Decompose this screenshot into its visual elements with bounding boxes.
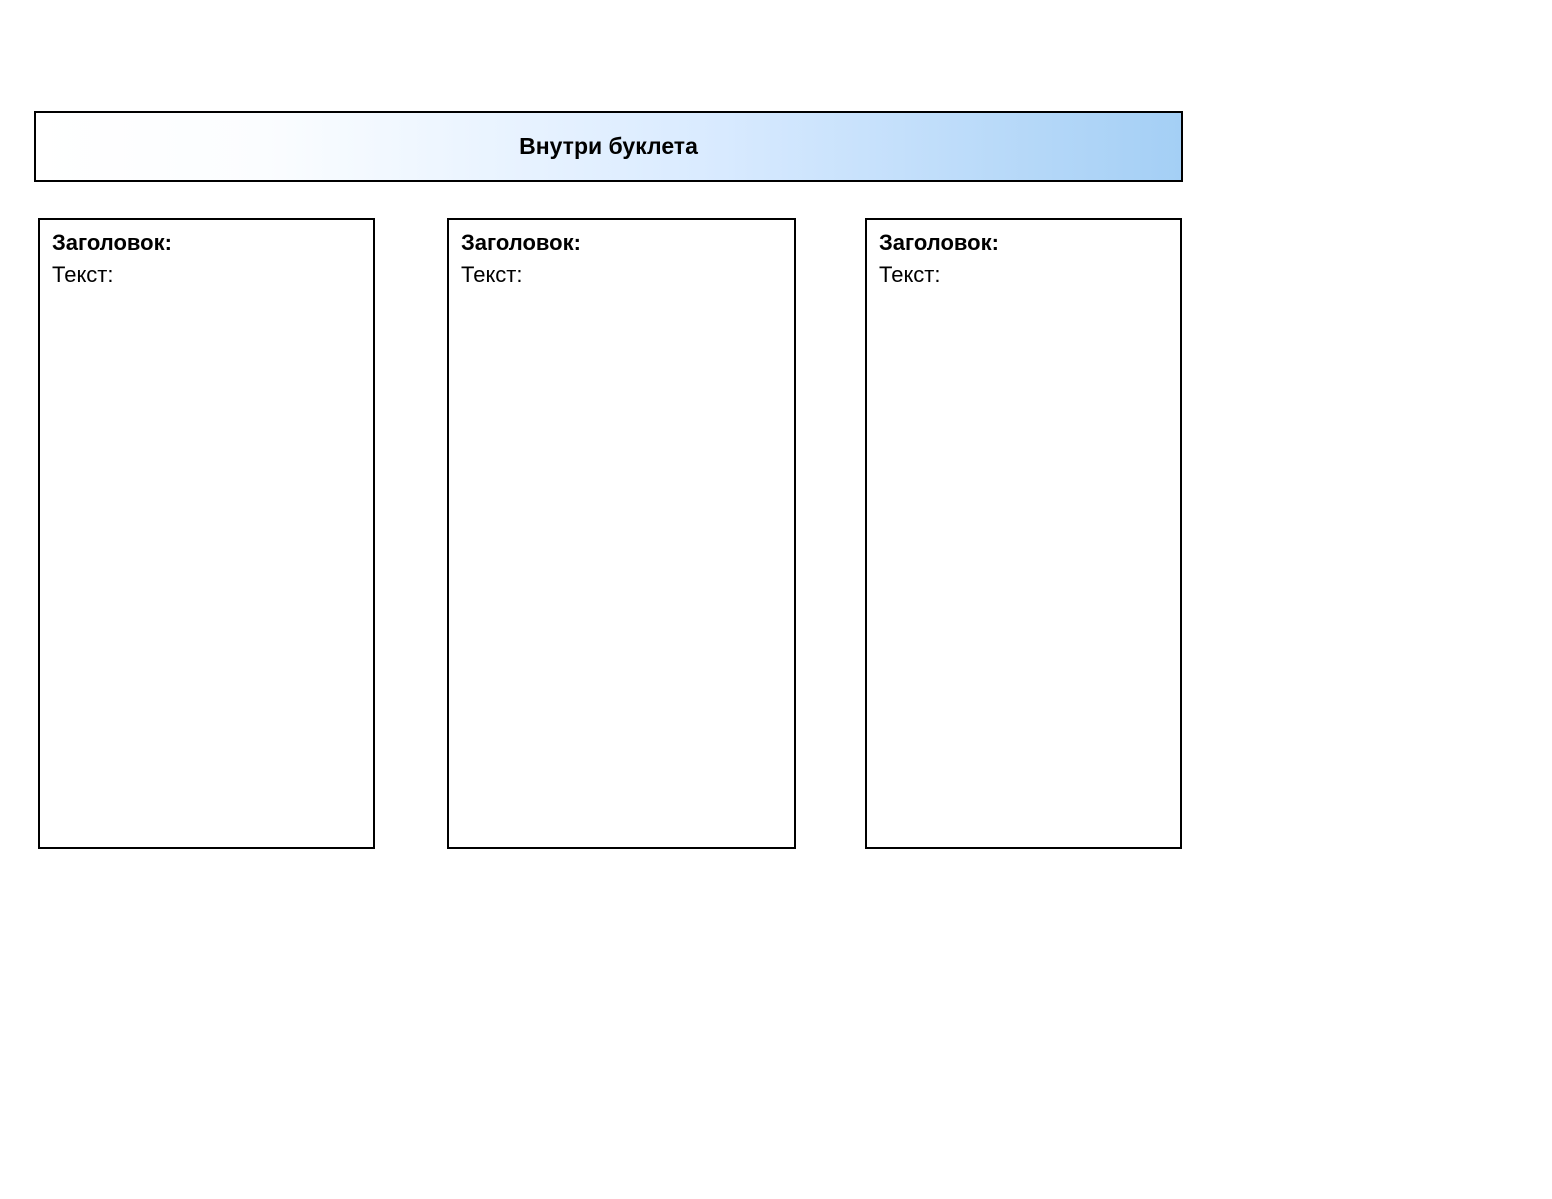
panel-text-label: Текст:: [879, 262, 1168, 288]
booklet-panel-3: Заголовок: Текст:: [865, 218, 1182, 849]
header-title: Внутри буклета: [519, 133, 698, 160]
panel-heading-label: Заголовок:: [461, 230, 782, 256]
booklet-panel-2: Заголовок: Текст:: [447, 218, 796, 849]
panel-text-label: Текст:: [461, 262, 782, 288]
panel-heading-label: Заголовок:: [879, 230, 1168, 256]
booklet-panel-1: Заголовок: Текст:: [38, 218, 375, 849]
header-bar: Внутри буклета: [34, 111, 1183, 182]
panel-text-label: Текст:: [52, 262, 361, 288]
panel-heading-label: Заголовок:: [52, 230, 361, 256]
